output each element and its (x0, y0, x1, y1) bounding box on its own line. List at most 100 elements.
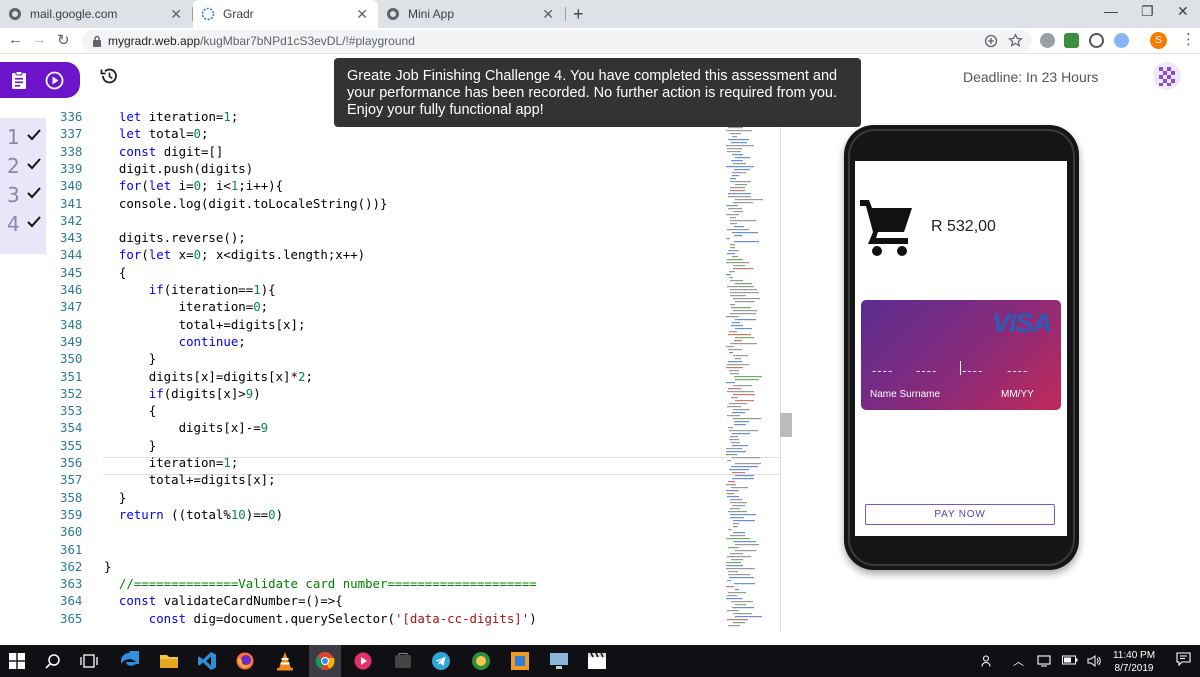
tab-gmail[interactable]: mail.google.com ✕ (0, 0, 192, 28)
close-window-icon[interactable]: ✕ (1177, 3, 1189, 20)
telegram-icon[interactable] (430, 650, 452, 672)
pay-now-button[interactable]: PAY NOW (865, 504, 1055, 525)
play-circle-icon[interactable] (45, 71, 64, 95)
code-text: continue; (178, 333, 246, 349)
code-line[interactable]: 356 iteration=1; (46, 455, 726, 472)
code-line[interactable]: 344 for(let x=0; x<digits.length;x++) (46, 247, 726, 264)
media-player-icon[interactable] (352, 650, 374, 672)
code-line[interactable]: 359 return ((total%10)==0) (46, 507, 726, 524)
line-number: 349 (60, 333, 83, 349)
minimap-line (733, 298, 760, 300)
extension-blue-icon[interactable] (1114, 33, 1129, 48)
close-tab-icon[interactable]: ✕ (542, 6, 554, 23)
code-line[interactable]: 346 if(iteration==1){ (46, 282, 726, 299)
challenge-check[interactable]: 1 (7, 122, 41, 152)
chrome-icon[interactable] (314, 650, 336, 672)
minimap-line (734, 376, 762, 378)
notification-center-icon[interactable] (1176, 652, 1191, 669)
battery-icon[interactable] (1062, 655, 1078, 668)
system-clock[interactable]: 11:40 PM 8/7/2019 (1108, 649, 1160, 675)
code-line[interactable]: 357 total+=digits[x]; (46, 472, 726, 489)
security-app-icon[interactable] (470, 650, 492, 672)
video-editor-icon[interactable] (586, 650, 608, 672)
address-bar[interactable]: mygradr.web.app/kugMbar7bNPd1cS3evDL/!#p… (82, 30, 1032, 52)
back-arrow-icon[interactable]: ← (8, 31, 23, 48)
user-avatar-icon[interactable] (1153, 62, 1181, 90)
code-line[interactable]: 349 continue; (46, 334, 726, 351)
splitter-handle[interactable] (780, 413, 792, 437)
challenge-check[interactable]: 4 (7, 209, 41, 239)
tab-gradr[interactable]: Gradr ✕ (193, 0, 378, 28)
firefox-icon[interactable] (234, 650, 256, 672)
forward-arrow-icon[interactable]: → (32, 31, 47, 48)
add-circle-icon[interactable] (984, 34, 999, 49)
code-line[interactable]: 337 let total=0; (46, 126, 726, 143)
code-editor[interactable]: 336 let iteration=1; 337 let total=0; 338 … (46, 112, 780, 632)
code-line[interactable]: 343 digits.reverse(); (46, 230, 726, 247)
chevron-up-icon[interactable]: ︿ (1013, 653, 1024, 669)
sandbox-app-icon[interactable] (509, 650, 531, 672)
card-digits-group[interactable]: ---- (916, 363, 937, 378)
vscode-icon[interactable] (196, 650, 218, 672)
code-line[interactable]: 351 digits[x]=digits[x]*2; (46, 369, 726, 386)
code-line[interactable]: 360 (46, 524, 726, 541)
bookmark-star-icon[interactable] (1008, 33, 1023, 48)
card-digits-group[interactable]: ---- (872, 363, 893, 378)
more-menu-icon[interactable]: ⋮ (1181, 30, 1196, 48)
restore-icon[interactable]: ❐ (1141, 3, 1154, 20)
challenge-check[interactable]: 2 (7, 151, 41, 181)
extension-green-icon[interactable] (1064, 33, 1079, 48)
pane-splitter[interactable] (780, 112, 781, 632)
windows-start-icon[interactable] (6, 650, 28, 672)
file-explorer-icon[interactable] (158, 650, 180, 672)
close-tab-icon[interactable]: ✕ (356, 6, 368, 23)
new-tab-button[interactable]: + (573, 4, 584, 25)
close-tab-icon[interactable]: ✕ (170, 6, 182, 23)
code-line[interactable]: 363 //==============Validate card number… (46, 576, 726, 593)
extension-hex-icon[interactable] (1089, 33, 1104, 48)
task-view-icon[interactable] (78, 650, 100, 672)
history-icon[interactable] (99, 66, 119, 91)
code-line[interactable]: 355 } (46, 438, 726, 455)
minimap-line (732, 445, 748, 447)
card-expiry[interactable]: MM/YY (1001, 389, 1034, 400)
code-line[interactable]: 348 total+=digits[x]; (46, 317, 726, 334)
code-line[interactable]: 338 const digit=[] (46, 144, 726, 161)
code-minimap[interactable] (724, 122, 780, 632)
minimap-line (729, 277, 733, 279)
card-holder-name[interactable]: Name Surname (870, 389, 940, 400)
code-line[interactable]: 345 { (46, 265, 726, 282)
vlc-icon[interactable] (274, 650, 296, 672)
volume-icon[interactable] (1087, 655, 1101, 670)
code-line[interactable]: 347 iteration=0; (46, 299, 726, 316)
challenge-check[interactable]: 3 (7, 180, 41, 210)
minimap-line (730, 292, 759, 294)
card-digits-group[interactable]: ---- (962, 363, 983, 378)
code-line[interactable]: 362} (46, 559, 726, 576)
code-line[interactable]: 365 const dig=document.querySelector('[d… (46, 611, 726, 628)
remote-desktop-icon[interactable] (548, 650, 570, 672)
code-line[interactable]: 350 } (46, 351, 726, 368)
code-line[interactable]: 340 for(let i=0; i<1;i++){ (46, 178, 726, 195)
profile-avatar[interactable]: S (1150, 32, 1167, 49)
card-digits-group[interactable]: ---- (1007, 363, 1028, 378)
minimize-icon[interactable]: — (1104, 3, 1118, 19)
code-line[interactable]: 361 (46, 542, 726, 559)
code-line[interactable]: 364 const validateCardNumber=()=>{ (46, 593, 726, 610)
apps-store-icon[interactable] (392, 650, 414, 672)
code-line[interactable]: 341 console.log(digit.toLocaleString())} (46, 196, 726, 213)
clipboard-icon[interactable] (11, 71, 27, 95)
people-icon[interactable] (981, 655, 995, 670)
tab-mini-app[interactable]: Mini App ✕ (378, 0, 564, 28)
code-line[interactable]: 339 digit.push(digits) (46, 161, 726, 178)
code-line[interactable]: 342 (46, 213, 726, 230)
reload-icon[interactable]: ↻ (57, 31, 70, 49)
code-line[interactable]: 354 digits[x]-=9 (46, 420, 726, 437)
edge-browser-icon[interactable] (118, 650, 140, 672)
code-line[interactable]: 358 } (46, 490, 726, 507)
network-icon[interactable] (1037, 655, 1053, 670)
code-line[interactable]: 352 if(digits[x]>9) (46, 386, 726, 403)
search-icon[interactable] (42, 650, 64, 672)
code-line[interactable]: 353 { (46, 403, 726, 420)
extension-globe-icon[interactable] (1040, 33, 1055, 48)
